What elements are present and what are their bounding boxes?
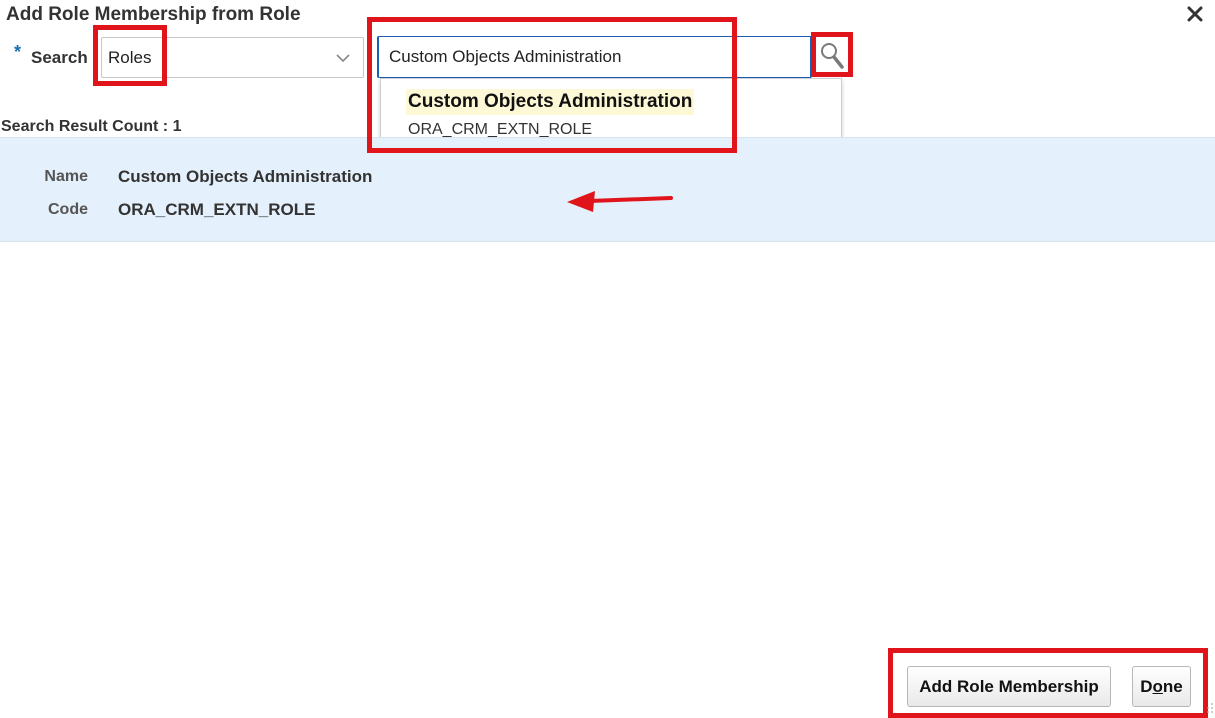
- resize-grip-icon[interactable]: [1206, 702, 1214, 714]
- add-role-membership-button[interactable]: Add Role Membership: [907, 666, 1111, 707]
- done-button[interactable]: Done: [1132, 666, 1191, 707]
- required-marker: *: [14, 42, 22, 62]
- search-icon[interactable]: [818, 40, 848, 72]
- search-type-select[interactable]: Roles: [101, 37, 364, 78]
- search-result-count: Search Result Count : 1: [1, 118, 182, 135]
- search-type-value: Roles: [108, 48, 152, 67]
- code-value: ORA_CRM_EXTN_ROLE: [118, 200, 316, 219]
- dialog-title: Add Role Membership from Role: [6, 4, 301, 25]
- name-label: Name: [44, 168, 88, 185]
- chevron-down-icon: [336, 54, 350, 63]
- name-value: Custom Objects Administration: [118, 167, 373, 186]
- done-label-mnemonic: o: [1152, 676, 1163, 696]
- search-label: Search: [31, 48, 88, 67]
- code-label: Code: [48, 201, 88, 218]
- done-label-suffix: ne: [1162, 676, 1183, 696]
- annotation-arrow: [567, 191, 673, 212]
- close-icon[interactable]: [1185, 4, 1205, 24]
- suggestion-name[interactable]: Custom Objects Administration: [406, 89, 695, 115]
- search-input[interactable]: [377, 36, 812, 78]
- done-label-prefix: D: [1140, 676, 1153, 696]
